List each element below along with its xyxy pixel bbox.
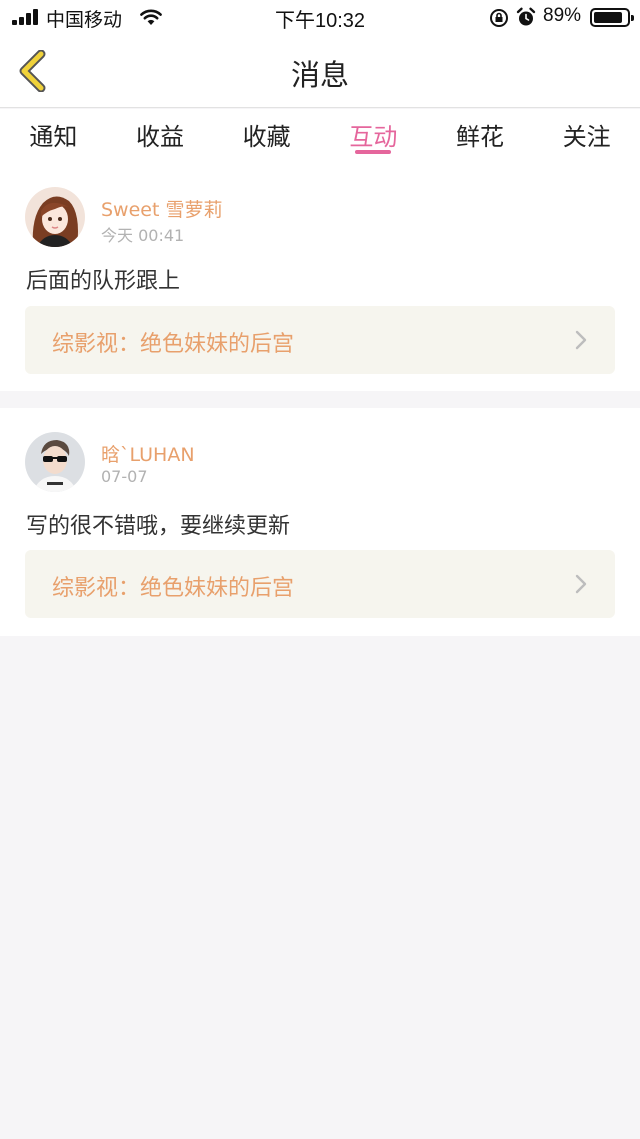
- tab-earnings[interactable]: 收益: [107, 109, 214, 165]
- rotation-lock-icon: [490, 9, 508, 27]
- tab-favorites[interactable]: 收藏: [213, 109, 320, 165]
- tab-bar: 通知 收益 收藏 互动 鲜花 关注: [0, 109, 640, 165]
- chevron-right-icon: [575, 330, 587, 350]
- tab-label: 通知: [29, 123, 78, 151]
- message-card: Sweet 雪萝莉 今天 00:41 后面的队形跟上 综影视：绝色妹妹的后宫: [0, 165, 640, 391]
- active-tab-indicator: [355, 150, 392, 154]
- message-card: 晗`LUHAN 07-07 写的很不错哦，要继续更新 综影视：绝色妹妹的后宫: [0, 408, 640, 636]
- tab-label: 收藏: [242, 123, 291, 151]
- back-button[interactable]: [14, 49, 54, 93]
- tab-interactions[interactable]: 互动: [320, 109, 427, 165]
- avatar-anime-girl-icon: [25, 187, 85, 247]
- username[interactable]: 晗`LUHAN: [101, 440, 195, 467]
- tab-label: 互动: [349, 123, 398, 151]
- message-time: 07-07: [101, 467, 148, 486]
- message-time: 今天 00:41: [101, 226, 185, 245]
- comment-text: 写的很不错哦，要继续更新: [26, 514, 291, 539]
- user-avatar[interactable]: [25, 432, 85, 492]
- nav-bar: 消息: [0, 34, 640, 108]
- comment-text: 后面的队形跟上: [26, 269, 181, 294]
- tab-label: 鲜花: [456, 123, 505, 151]
- battery-icon: [590, 8, 634, 27]
- tab-following[interactable]: 关注: [533, 109, 640, 165]
- page-title: 消息: [290, 58, 349, 92]
- tab-flowers[interactable]: 鲜花: [427, 109, 534, 165]
- book-title: 综影视：绝色妹妹的后宫: [52, 332, 295, 357]
- username[interactable]: Sweet 雪萝莉: [101, 195, 222, 222]
- chevron-right-icon: [575, 574, 587, 594]
- status-bar: 中国移动 下午10:32 89%: [0, 0, 640, 34]
- avatar-man-sunglasses-icon: [25, 432, 85, 492]
- user-avatar[interactable]: [25, 187, 85, 247]
- book-link[interactable]: 综影视：绝色妹妹的后宫: [25, 306, 615, 374]
- book-title: 综影视：绝色妹妹的后宫: [52, 576, 295, 601]
- battery-percent: 89%: [543, 5, 582, 26]
- alarm-icon: [516, 7, 536, 26]
- tab-label: 收益: [136, 123, 184, 151]
- tab-label: 关注: [562, 123, 611, 151]
- chevron-left-icon: [19, 49, 46, 93]
- book-link[interactable]: 综影视：绝色妹妹的后宫: [25, 550, 615, 618]
- tab-notifications[interactable]: 通知: [0, 109, 107, 165]
